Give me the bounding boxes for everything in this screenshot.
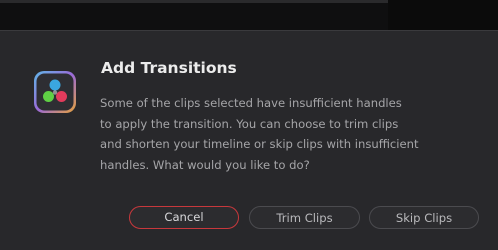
cancel-button[interactable]: Cancel — [129, 206, 239, 229]
dialog-message-line: handles. What would you like to do? — [100, 157, 310, 172]
davinci-resolve-app-icon — [34, 71, 76, 113]
trim-clips-button[interactable]: Trim Clips — [249, 206, 360, 229]
dialog-message-line: and shorten your timeline or skip clips … — [100, 137, 419, 151]
background-window-strip — [0, 0, 498, 30]
add-transitions-dialog: Add Transitions Some of the clips select… — [0, 30, 498, 250]
background-window-shade — [388, 0, 498, 30]
dialog-message-line: Some of the clips selected have insuffic… — [100, 96, 402, 110]
dialog-title: Add Transitions — [101, 59, 237, 77]
skip-clips-button[interactable]: Skip Clips — [369, 206, 479, 229]
dialog-message: Some of the clips selected have insuffic… — [100, 93, 440, 175]
dialog-message-line: to apply the transition. You can choose … — [100, 116, 399, 131]
